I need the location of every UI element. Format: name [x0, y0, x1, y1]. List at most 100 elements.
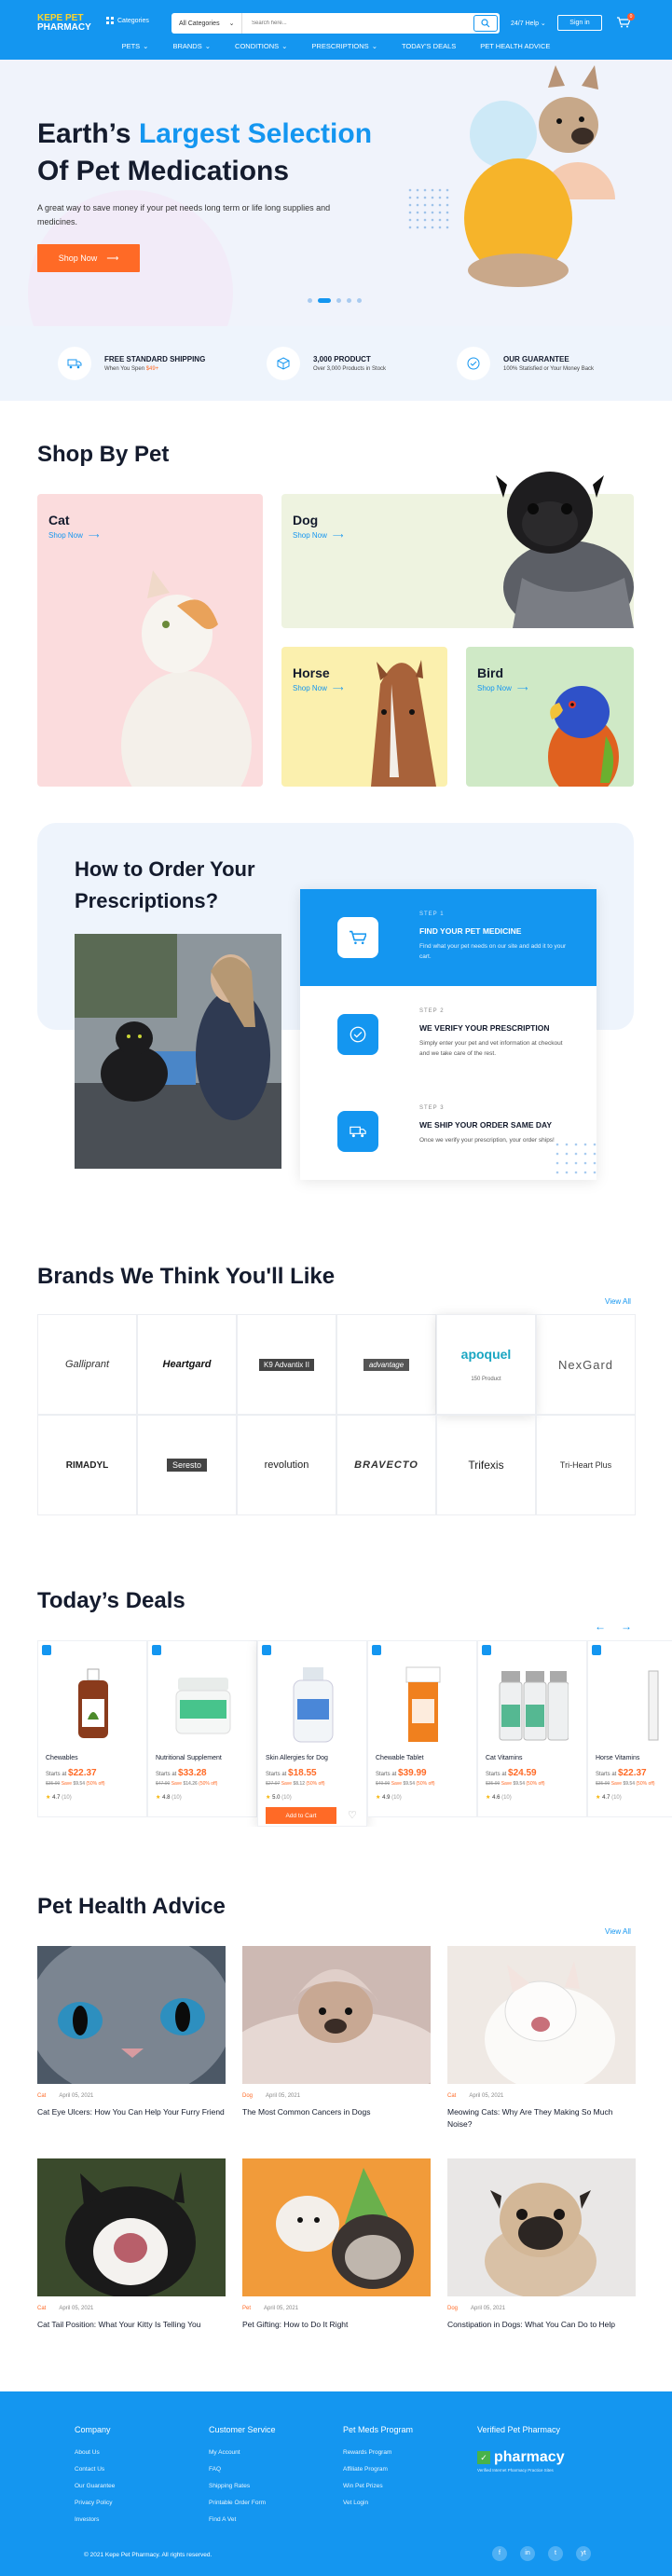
truck-icon [58, 347, 91, 380]
nav-item-pet-health-advice[interactable]: PET HEALTH ADVICE [480, 42, 550, 50]
nav-item-prescriptions[interactable]: PRESCRIPTIONS ⌄ [311, 42, 377, 50]
article-card[interactable]: Cat April 05, 2021 Meowing Cats: Why Are … [447, 1946, 636, 2131]
pet-card-horse[interactable]: Horse Shop Now ⟶ [281, 647, 447, 787]
help-menu[interactable]: 24/7 Help ⌄ [511, 20, 546, 27]
search-category-select[interactable]: All Categories ⌄ [171, 13, 242, 34]
article-title[interactable]: Meowing Cats: Why Are They Making So Muc… [447, 2106, 636, 2131]
footer-link[interactable]: Printable Order Form [209, 2500, 276, 2506]
nav-item-pets[interactable]: PETS ⌄ [122, 42, 149, 50]
brand-revolution[interactable]: revolution [237, 1415, 336, 1515]
footer-link[interactable]: Contact Us [75, 2466, 115, 2473]
nav-item-todays-deals[interactable]: TODAY'S DEALS [402, 42, 456, 50]
article-title[interactable]: Cat Tail Position: What Your Kitty Is Te… [37, 2319, 226, 2331]
footer-link[interactable]: Investors [75, 2516, 115, 2523]
carousel-dot[interactable] [357, 298, 362, 303]
carousel-dots [308, 298, 362, 303]
brand-bravecto[interactable]: BRAVECTO [336, 1415, 436, 1515]
deals-prev-arrow-icon[interactable]: ← [595, 1620, 606, 1633]
deal-card[interactable]: Cat Vitamins Starts at $24.59 $35.99 Sav… [477, 1640, 587, 1817]
footer-link[interactable]: Affiliate Program [343, 2466, 413, 2473]
footer-column-pet-meds-program: Pet Meds Program Rewards Program Affilia… [343, 2425, 413, 2516]
footer-link[interactable]: FAQ [209, 2466, 276, 2473]
footer-column-verified-pharmacy: Verified Pet Pharmacy ✓ pharmacy Verifie… [477, 2425, 565, 2473]
vipps-check-icon: ✓ [477, 2451, 490, 2464]
article-title[interactable]: Pet Gifting: How to Do It Right [242, 2319, 431, 2331]
vipps-badge[interactable]: ✓ pharmacy [477, 2449, 565, 2466]
hero-shop-now-button[interactable]: Shop Now ⟶ [37, 244, 140, 272]
vipps-label: pharmacy [494, 2449, 565, 2465]
deal-card[interactable]: Nutritional Supplement Starts at $33.28 … [147, 1640, 257, 1817]
brands-view-all-link[interactable]: View All [605, 1297, 631, 1306]
brand-nexgard[interactable]: NexGard [536, 1314, 636, 1415]
advice-view-all-link[interactable]: View All [605, 1927, 631, 1936]
article-meta: Pet April 05, 2021 [242, 2306, 299, 2311]
sign-in-button[interactable]: Sign in [557, 15, 602, 31]
carousel-dot[interactable] [336, 298, 341, 303]
cart-button[interactable]: 0 [617, 13, 635, 33]
footer-link[interactable]: Shipping Rates [209, 2483, 276, 2489]
nav-item-conditions[interactable]: CONDITIONS ⌄ [235, 42, 287, 50]
article-card[interactable]: Cat April 05, 2021 Cat Tail Position: Wha… [37, 2158, 226, 2331]
brand-apoquel[interactable]: apoquel 150 Product [436, 1314, 536, 1415]
search-input[interactable] [242, 14, 466, 33]
pet-card-cat[interactable]: Cat Shop Now ⟶ [37, 494, 263, 787]
footer-link[interactable]: Rewards Program [343, 2449, 413, 2456]
feature-products: 3,000 PRODUCT Over 3,000 Products in Stoc… [267, 347, 386, 380]
feature-title: 3,000 PRODUCT [313, 355, 371, 363]
categories-button[interactable]: Categories [106, 17, 149, 24]
deals-next-arrow-icon[interactable]: → [621, 1620, 632, 1633]
brand-trifexis[interactable]: Trifexis [436, 1415, 536, 1515]
facebook-icon[interactable]: f [492, 2546, 507, 2561]
footer-link[interactable]: My Account [209, 2449, 276, 2456]
article-title[interactable]: Cat Eye Ulcers: How You Can Help Your Fu… [37, 2106, 226, 2118]
bookmark-icon [482, 1645, 491, 1655]
brand-galliprant[interactable]: Galliprant [37, 1314, 137, 1415]
deal-card[interactable]: Horse Vitamins Starts at $22.37 $35.99 S… [587, 1640, 672, 1817]
brand-advantage[interactable]: advantage [336, 1314, 436, 1415]
youtube-icon[interactable]: yt [576, 2546, 591, 2561]
article-card[interactable]: Dog April 05, 2021 The Most Common Cancer… [242, 1946, 431, 2118]
footer-link[interactable]: Win Pet Prizes [343, 2483, 413, 2489]
deal-card-highlighted[interactable]: Skin Allergies for Dog Starts at $18.55 … [257, 1640, 367, 1827]
deal-card[interactable]: Chewable Tablet Starts at $39.99 $49.99 … [367, 1640, 477, 1817]
truck-icon [337, 1111, 378, 1152]
logo[interactable]: KEPE PET PHARMACY [37, 14, 91, 33]
pet-card-bird[interactable]: Bird Shop Now ⟶ [466, 647, 634, 787]
brand-seresto[interactable]: Seresto [137, 1415, 237, 1515]
order-section-title: How to Order Your Prescriptions? [75, 857, 255, 912]
linkedin-icon[interactable]: in [520, 2546, 535, 2561]
heart-icon[interactable]: ♡ [348, 1809, 357, 1821]
brand-heartgard[interactable]: Heartgard [137, 1314, 237, 1415]
search-button[interactable] [473, 15, 498, 32]
carousel-dot[interactable] [308, 298, 312, 303]
feature-subtitle: Over 3,000 Products in Stock [313, 366, 387, 372]
carousel-dot-active[interactable] [318, 298, 331, 303]
brand-rimadyl[interactable]: RIMADYL [37, 1415, 137, 1515]
article-image-cat-eye [37, 1946, 226, 2084]
article-title[interactable]: Constipation in Dogs: What You Can Do to… [447, 2319, 636, 2331]
article-title[interactable]: The Most Common Cancers in Dogs [242, 2106, 431, 2118]
twitter-icon[interactable]: t [548, 2546, 563, 2561]
footer-link[interactable]: Vet Login [343, 2500, 413, 2506]
deal-name: Horse Vitamins [596, 1755, 640, 1761]
order-step-3: STEP 3 WE SHIP YOUR ORDER SAME DAY Once … [300, 1083, 597, 1180]
add-to-cart-button[interactable]: Add to Cart [266, 1807, 336, 1824]
footer-link[interactable]: Our Guarantee [75, 2483, 115, 2489]
brand-tri-heart-plus[interactable]: Tri-Heart Plus [536, 1415, 636, 1515]
brands-title: Brands We Think You'll Like [37, 1264, 336, 1289]
article-card[interactable]: Pet April 05, 2021 Pet Gifting: How to Do… [242, 2158, 431, 2331]
article-card[interactable]: Cat April 05, 2021 Cat Eye Ulcers: How Yo… [37, 1946, 226, 2118]
article-card[interactable]: Dog April 05, 2021 Constipation in Dogs: … [447, 2158, 636, 2331]
deal-card[interactable]: Chewables Starts at $22.37 $35.99 Save $… [37, 1640, 147, 1817]
footer-link[interactable]: Privacy Policy [75, 2500, 115, 2506]
carousel-dot[interactable] [347, 298, 351, 303]
search-bar: All Categories ⌄ [171, 13, 500, 34]
cart-icon [337, 917, 378, 958]
shop-now-link[interactable]: Shop Now ⟶ [293, 531, 343, 540]
brand-k9-advantix[interactable]: K9 Advantix II [237, 1314, 336, 1415]
nav-item-brands[interactable]: BRANDS ⌄ [172, 42, 211, 50]
deal-rating: ★ 4.7 (10) [46, 1795, 72, 1801]
footer-link[interactable]: About Us [75, 2449, 115, 2456]
footer-link[interactable]: Find A Vet [209, 2516, 276, 2523]
brand-label: K9 Advantix II [259, 1358, 314, 1371]
